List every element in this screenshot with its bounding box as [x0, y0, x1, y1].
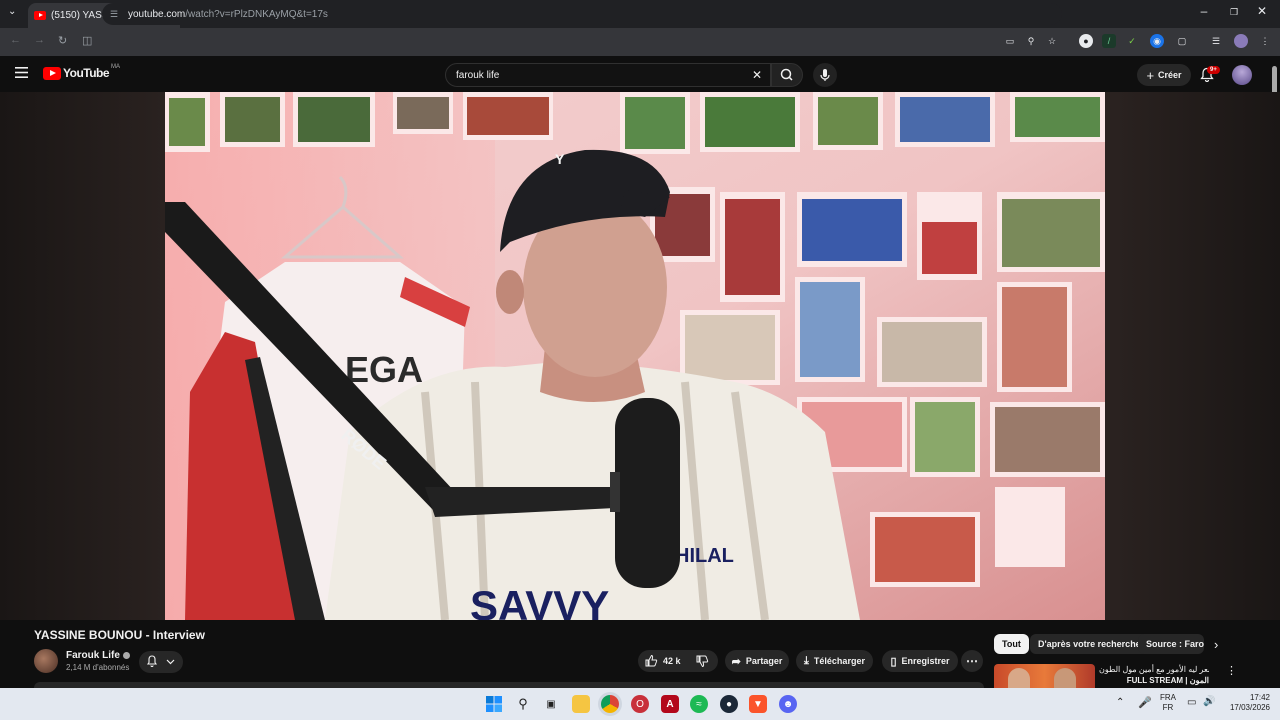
video-player[interactable]: EGA Y HILAL SAVVY RØDE: [165, 92, 1105, 620]
video-frame-scene: EGA Y HILAL SAVVY RØDE: [165, 92, 1105, 620]
download-label: Télécharger: [813, 656, 865, 666]
windows-logo-icon: [486, 696, 502, 712]
suggestion-thumbnail[interactable]: [994, 664, 1095, 688]
dislike-button[interactable]: [695, 654, 709, 668]
extension-4-icon[interactable]: ◉: [1150, 34, 1164, 48]
brave-icon[interactable]: ▼: [749, 695, 767, 713]
notification-badge: 9+: [1207, 66, 1220, 74]
extension-2-icon[interactable]: /: [1102, 34, 1116, 48]
microphone-icon: [820, 69, 830, 81]
reload-icon[interactable]: ↻: [58, 34, 67, 47]
start-button[interactable]: [485, 695, 503, 713]
search-value: farouk life: [456, 69, 500, 81]
back-icon[interactable]: ←: [10, 34, 21, 46]
bookmark-star-icon[interactable]: ☆: [1045, 34, 1059, 48]
share-icon: ➦: [731, 655, 741, 668]
chrome-icon[interactable]: [601, 695, 619, 713]
plus-icon: +: [1146, 67, 1155, 83]
download-button[interactable]: ⤓ Télécharger: [796, 650, 873, 672]
search-icon: [780, 68, 793, 81]
save-label: Enregistrer: [901, 656, 950, 666]
search-input[interactable]: farouk life ✕: [445, 63, 771, 87]
hamburger-menu-icon[interactable]: [15, 67, 28, 78]
youtube-favicon-icon: [34, 11, 46, 20]
thumbs-down-icon: [696, 655, 709, 668]
video-title: YASSINE BOUNOU - Interview: [34, 628, 205, 642]
like-button[interactable]: 42 k: [644, 654, 681, 668]
create-button[interactable]: + Créer: [1137, 64, 1191, 86]
extension-1-icon[interactable]: ●: [1079, 34, 1093, 48]
steam-icon[interactable]: ●: [720, 695, 738, 713]
channel-name[interactable]: Farouk Life: [66, 650, 130, 661]
url-host: youtube.com: [128, 8, 186, 20]
profile-avatar-icon[interactable]: [1234, 34, 1248, 48]
url-field[interactable]: ☰ youtube.com/watch?v=rPlzDNKAyMQ&t=17s: [102, 3, 1062, 25]
minimize-button[interactable]: –: [1194, 4, 1214, 18]
tray-mic-icon[interactable]: 🎤: [1138, 696, 1152, 709]
share-label: Partager: [745, 656, 783, 666]
youtube-region: MA: [111, 64, 121, 70]
share-button[interactable]: ➦ Partager: [725, 650, 789, 672]
restore-button[interactable]: ❐: [1224, 7, 1244, 18]
more-actions-button[interactable]: ⋯: [961, 650, 983, 672]
like-count: 42 k: [663, 656, 681, 666]
clear-search-icon[interactable]: ✕: [752, 68, 762, 82]
tab-search-icon[interactable]: ☰: [1209, 34, 1223, 48]
chips-next-icon[interactable]: ›: [1214, 637, 1218, 652]
tray-overflow-icon[interactable]: ⌃: [1116, 697, 1124, 708]
chip-all[interactable]: Tout: [994, 634, 1029, 654]
subscription-bell-button[interactable]: [139, 651, 183, 673]
save-icon: ▯: [890, 655, 897, 668]
input-language[interactable]: FRA FR: [1160, 693, 1176, 713]
file-explorer-icon[interactable]: [572, 695, 590, 713]
tab-list-chevron-icon[interactable]: ⌄: [8, 6, 16, 17]
extension-3-icon[interactable]: ✓: [1125, 34, 1139, 48]
sponsor-text: SAVVY: [470, 582, 609, 620]
bell-icon: [146, 655, 175, 668]
subscriber-count: 2,14 M d'abonnés: [66, 663, 130, 672]
save-button[interactable]: ▯ Enregistrer: [882, 650, 958, 672]
adobe-icon[interactable]: A: [661, 695, 679, 713]
thumbs-up-icon: [645, 654, 658, 667]
suggestion-title[interactable]: سكريم الله يسعر ليه الأمور مع أمين مول ا…: [1099, 664, 1209, 686]
close-window-button[interactable]: ✕: [1252, 4, 1272, 18]
create-label: Créer: [1158, 70, 1182, 80]
search-button[interactable]: [771, 63, 803, 87]
site-info-icon[interactable]: ☰: [110, 9, 118, 20]
chip-source[interactable]: Source : Farouk: [1138, 634, 1204, 654]
chip-from-search[interactable]: D'après votre recherche: [1030, 634, 1149, 654]
account-avatar[interactable]: [1232, 65, 1252, 85]
suggestion-menu-icon[interactable]: ⋮: [1226, 664, 1237, 677]
cast-icon[interactable]: ▭: [1003, 34, 1017, 48]
cap-logo: Y: [555, 151, 565, 167]
volume-icon[interactable]: 🔊: [1203, 696, 1215, 707]
network-icon[interactable]: ▭: [1187, 697, 1196, 708]
extensions-puzzle-icon[interactable]: ▢: [1175, 34, 1189, 48]
spotify-icon[interactable]: ≈: [690, 695, 708, 713]
side-panel-icon[interactable]: ◫: [82, 34, 92, 47]
zoom-icon[interactable]: ⚲: [1024, 34, 1038, 48]
task-view-icon[interactable]: ▣: [542, 695, 560, 713]
voice-search-button[interactable]: [813, 63, 837, 87]
download-icon: ⤓: [804, 654, 809, 667]
youtube-logo[interactable]: YouTube MA: [43, 64, 121, 80]
more-icon: ⋯: [966, 654, 978, 668]
verified-icon: [122, 651, 130, 659]
system-clock[interactable]: 17:42 17/03/2026: [1220, 693, 1270, 713]
browser-menu-icon[interactable]: ⋮: [1258, 34, 1272, 48]
youtube-play-icon: [43, 66, 61, 80]
youtube-logo-text: YouTube: [63, 66, 110, 80]
taskbar-search-icon[interactable]: ⚲: [514, 695, 532, 713]
forward-icon[interactable]: →: [34, 34, 45, 46]
jersey-name-text: EGA: [345, 349, 423, 390]
opera-icon[interactable]: O: [631, 695, 649, 713]
club-text: HILAL: [675, 545, 734, 567]
discord-icon[interactable]: ☻: [779, 695, 797, 713]
channel-avatar[interactable]: [34, 649, 58, 673]
url-path: /watch?v=rPlzDNKAyMQ&t=17s: [185, 8, 328, 20]
